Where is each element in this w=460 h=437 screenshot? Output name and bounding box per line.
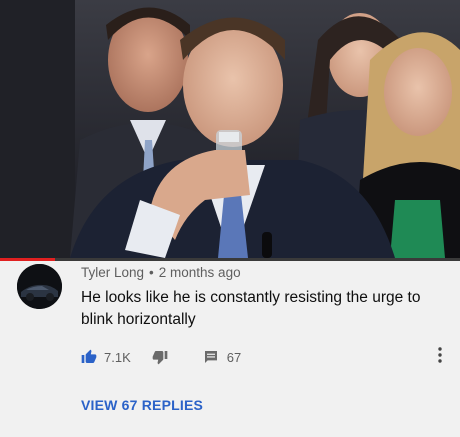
like-button[interactable]: 7.1K	[81, 349, 131, 365]
video-player[interactable]	[0, 0, 460, 258]
comment-author[interactable]: Tyler Long	[81, 265, 144, 280]
avatar[interactable]	[17, 264, 62, 309]
comment-actions: 7.1K 67	[81, 347, 241, 367]
view-replies-link[interactable]: VIEW 67 REPLIES	[81, 397, 203, 413]
comment-meta: Tyler Long • 2 months ago	[81, 265, 241, 280]
like-count: 7.1K	[104, 349, 131, 365]
comment-timestamp[interactable]: 2 months ago	[159, 265, 241, 280]
dislike-button[interactable]	[152, 349, 168, 365]
comment-text: He looks like he is constantly resisting…	[81, 289, 421, 328]
comment-icon	[203, 349, 219, 365]
thumbs-up-icon	[81, 349, 97, 365]
video-frame	[0, 0, 460, 258]
more-vertical-icon	[438, 346, 442, 368]
meta-separator: •	[149, 265, 154, 280]
comment-card: Tyler Long • 2 months ago He looks like he…	[0, 261, 460, 437]
reply-button[interactable]: 67	[203, 349, 241, 365]
avatar-image	[17, 264, 62, 309]
thumbs-down-icon	[152, 349, 168, 365]
reply-count: 67	[226, 349, 242, 365]
more-options-button[interactable]	[432, 346, 448, 368]
